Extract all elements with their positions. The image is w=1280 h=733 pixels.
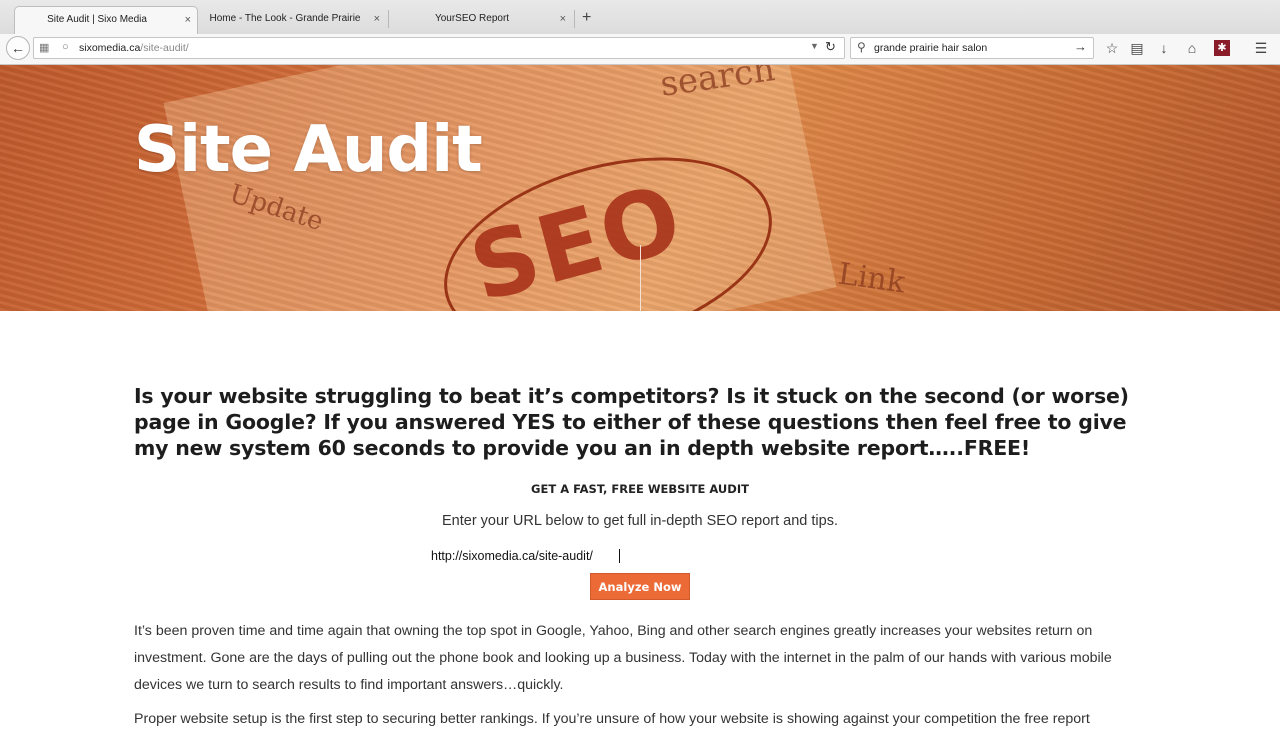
audit-url-input[interactable] (425, 545, 867, 567)
browser-tab-strip: Site Audit | Sixo Media × Home - The Loo… (0, 0, 1280, 35)
page-title: Site Audit (134, 113, 483, 187)
search-icon: ⚲ (857, 40, 866, 54)
hero-cursor (640, 245, 641, 311)
download-icon[interactable]: ↓ (1155, 39, 1173, 57)
headline: Is your website struggling to beat it’s … (134, 384, 1129, 460)
intro-paragraph: It’s been proven time and time again tha… (134, 623, 1112, 693)
close-icon[interactable]: × (185, 7, 191, 33)
globe-icon: ○ (62, 41, 69, 53)
hero-banner: search Update Link SEO Site Audit (0, 65, 1280, 311)
tab-yourseo-report[interactable]: YourSEO Report × (390, 6, 572, 34)
reload-icon[interactable]: ↻ (825, 39, 836, 55)
audit-subtitle: Enter your URL below to get full in-dept… (441, 513, 838, 529)
tab-label: YourSEO Report (434, 13, 510, 24)
browser-nav-bar: ← ▦ ○ sixomedia.ca/site-audit/ ▼ ↻ ⚲ gra… (0, 34, 1280, 65)
menu-icon[interactable]: ☰ (1252, 39, 1270, 57)
address-bar[interactable]: ▦ ○ sixomedia.ca/site-audit/ ▼ ↻ (33, 37, 845, 59)
text-caret (619, 549, 620, 563)
url-path: /site-audit/ (140, 42, 189, 54)
home-icon[interactable]: ⌂ (1183, 39, 1201, 57)
tab-site-audit[interactable]: Site Audit | Sixo Media × (14, 6, 198, 34)
back-button[interactable]: ← (6, 36, 30, 60)
section-label: GET A FAST, FREE WEBSITE AUDIT (531, 482, 749, 496)
new-tab-button[interactable]: + (582, 9, 591, 27)
extension-icon[interactable]: ✱ (1214, 40, 1230, 56)
history-dropdown-icon[interactable]: ▼ (810, 41, 819, 51)
reading-list-icon[interactable]: ▤ (1128, 39, 1146, 57)
tab-label: Site Audit | Sixo Media (47, 14, 147, 25)
arrow-left-icon: ← (11, 40, 25, 56)
search-text: grande prairie hair salon (874, 42, 988, 54)
tab-divider (388, 10, 389, 28)
tab-the-look[interactable]: Home - The Look - Grande Prairie × (202, 6, 386, 34)
address-text: sixomedia.ca/site-audit/ (79, 42, 189, 54)
arrow-right-icon[interactable]: → (1074, 39, 1087, 54)
page-icon: ▦ (39, 42, 50, 54)
tab-label: Home - The Look - Grande Prairie (209, 13, 361, 24)
close-icon[interactable]: × (560, 6, 566, 32)
url-host: sixomedia.ca (79, 42, 141, 54)
search-bar[interactable]: ⚲ grande prairie hair salon → (850, 37, 1094, 59)
star-icon[interactable]: ☆ (1103, 39, 1121, 57)
close-icon[interactable]: × (374, 6, 380, 32)
tab-divider (574, 10, 575, 28)
analyze-now-button[interactable]: Analyze Now (590, 573, 690, 600)
